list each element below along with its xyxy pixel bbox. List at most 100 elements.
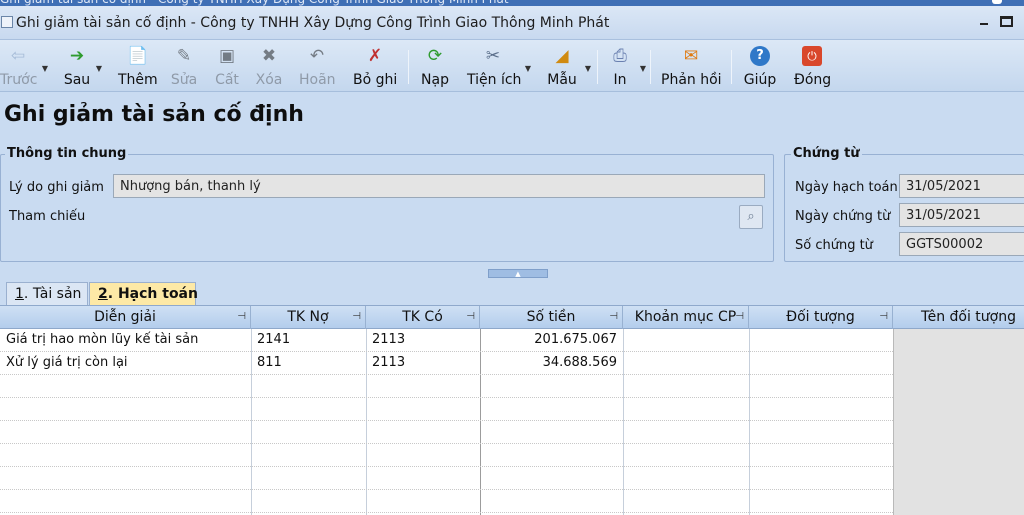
maximize-button[interactable] xyxy=(1000,16,1013,27)
accounting-grid: Diễn giải ⊣ TK Nợ ⊣ TK Có ⊣ Số tiền ⊣ Khoản … xyxy=(0,305,1024,515)
general-info-title: Thông tin chung xyxy=(5,146,129,161)
tab-accounting[interactable]: 2. Hạch toán xyxy=(89,282,198,305)
template-button[interactable]: ◢ Mẫu ▼ xyxy=(545,40,591,92)
tab-assets[interactable]: 1. Tài sản xyxy=(6,282,88,305)
toolbar-separator xyxy=(408,50,409,84)
delete-icon: ✖ xyxy=(261,46,277,66)
cell-debit[interactable]: 2141 xyxy=(251,329,366,352)
pin-icon[interactable]: ⊣ xyxy=(466,306,475,328)
undo-icon: ↶ xyxy=(309,46,325,66)
title-bar: Ghi giảm tài sản cố định - Công ty TNHH … xyxy=(0,6,1024,40)
pin-icon[interactable]: ⊣ xyxy=(609,306,618,328)
cell-amount[interactable]: 201.675.067 xyxy=(480,329,623,352)
save-button[interactable]: ▣ Cất xyxy=(214,40,240,92)
reason-field[interactable]: Nhượng bán, thanh lý xyxy=(113,174,765,198)
postpone-button[interactable]: ↶ Hoãn xyxy=(299,40,336,92)
refresh-icon: ⟳ xyxy=(427,46,443,66)
help-button[interactable]: ? Giúp xyxy=(743,40,777,92)
print-icon: ⎙ xyxy=(613,46,627,66)
template-icon: ◢ xyxy=(555,46,569,66)
table-row-empty[interactable] xyxy=(0,421,893,444)
column-header-object[interactable]: Đối tượng ⊣ xyxy=(749,306,893,329)
feedback-button[interactable]: ✉ Phản hồi xyxy=(661,40,722,92)
pin-icon[interactable]: ⊣ xyxy=(735,306,744,328)
cell-description[interactable]: Xử lý giá trị còn lại xyxy=(0,352,251,375)
column-header-description[interactable]: Diễn giải ⊣ xyxy=(0,306,251,329)
save-icon: ▣ xyxy=(218,46,236,66)
column-header-cost-item[interactable]: Khoản mục CP ⊣ xyxy=(623,306,749,329)
table-row-empty[interactable] xyxy=(0,398,893,421)
cell-debit[interactable]: 811 xyxy=(251,352,366,375)
cell-cost-item[interactable] xyxy=(623,329,749,352)
cell-cost-item[interactable] xyxy=(623,352,749,375)
object-name-column xyxy=(893,329,1024,515)
column-header-credit[interactable]: TK Có ⊣ xyxy=(366,306,480,329)
arrow-right-icon: ➔ xyxy=(69,46,85,66)
table-row-empty[interactable] xyxy=(0,490,893,513)
table-row[interactable]: Xử lý giá trị còn lại 811 2113 34.688.56… xyxy=(0,352,893,375)
chevron-up-icon: ▲ xyxy=(515,270,521,278)
grid-header: Diễn giải ⊣ TK Nợ ⊣ TK Có ⊣ Số tiền ⊣ Khoản … xyxy=(0,306,1024,329)
reason-label: Lý do ghi giảm xyxy=(9,180,104,195)
chevron-down-icon[interactable]: ▼ xyxy=(96,64,102,73)
toolbar: ⇦ Trước ▼ ➔ Sau ▼ 📄 Thêm ✎ Sửa ▣ Cất ✖ X… xyxy=(0,40,1024,92)
app-icon xyxy=(1,16,13,28)
help-icon: ? xyxy=(750,46,770,66)
reload-button[interactable]: ⟳ Nạp xyxy=(420,40,450,92)
cell-credit[interactable]: 2113 xyxy=(366,329,480,352)
chevron-down-icon[interactable]: ▼ xyxy=(585,64,591,73)
table-row[interactable]: Giá trị hao mòn lũy kế tài sản 2141 2113… xyxy=(0,329,893,352)
cell-amount[interactable]: 34.688.569 xyxy=(480,352,623,375)
voucher-no-label: Số chứng từ xyxy=(795,238,873,253)
prev-button[interactable]: ⇦ Trước ▼ xyxy=(0,40,48,92)
detail-tabs: 1. Tài sản 2. Hạch toán xyxy=(0,282,1024,305)
voucher-no-field[interactable]: GGTS00002 xyxy=(899,232,1024,256)
cell-credit[interactable]: 2113 xyxy=(366,352,480,375)
reference-lookup-button[interactable]: ⌕ xyxy=(739,205,763,229)
reference-label: Tham chiếu xyxy=(9,209,86,224)
pin-icon[interactable]: ⊣ xyxy=(237,306,246,328)
utilities-button[interactable]: ✂ Tiện ích ▼ xyxy=(467,40,531,92)
chevron-down-icon[interactable]: ▼ xyxy=(525,64,531,73)
cell-description[interactable]: Giá trị hao mòn lũy kế tài sản xyxy=(0,329,251,352)
window-title: Ghi giảm tài sản cố định - Công ty TNHH … xyxy=(16,15,610,31)
table-row-empty[interactable] xyxy=(0,467,893,490)
cell-object[interactable] xyxy=(749,352,893,375)
voucher-group: Chứng từ Ngày hạch toán 31/05/2021 Ngày … xyxy=(784,146,1024,262)
delete-button[interactable]: ✖ Xóa xyxy=(255,40,283,92)
table-row-empty[interactable] xyxy=(0,375,893,398)
pin-icon[interactable]: ⊣ xyxy=(879,306,888,328)
column-header-debit[interactable]: TK Nợ ⊣ xyxy=(251,306,366,329)
pin-icon[interactable]: ⊣ xyxy=(352,306,361,328)
page-title: Ghi giảm tài sản cố định xyxy=(4,102,304,127)
add-button[interactable]: 📄 Thêm xyxy=(118,40,158,92)
parent-window-control[interactable] xyxy=(992,0,1002,4)
toolbar-separator xyxy=(731,50,732,84)
column-header-object-name[interactable]: Tên đối tượng xyxy=(893,306,1024,329)
unpost-icon: ✗ xyxy=(367,46,383,66)
mail-icon: ✉ xyxy=(683,46,699,66)
column-header-amount[interactable]: Số tiền ⊣ xyxy=(480,306,623,329)
collapse-handle[interactable]: ▲ xyxy=(488,269,548,278)
table-row-empty[interactable] xyxy=(0,444,893,467)
unpost-button[interactable]: ✗ Bỏ ghi xyxy=(353,40,397,92)
add-document-icon: 📄 xyxy=(127,46,149,66)
posting-date-field[interactable]: 31/05/2021 xyxy=(899,174,1024,198)
cell-object[interactable] xyxy=(749,329,893,352)
posting-date-label: Ngày hạch toán xyxy=(795,180,898,195)
chevron-down-icon[interactable]: ▼ xyxy=(42,64,48,73)
chevron-down-icon[interactable]: ▼ xyxy=(640,64,646,73)
general-info-group: Thông tin chung Lý do ghi giảm Nhượng bá… xyxy=(0,146,774,262)
voucher-title: Chứng từ xyxy=(791,146,862,161)
minimize-button[interactable] xyxy=(980,23,988,25)
close-button[interactable]: ⏻ Đóng xyxy=(794,40,831,92)
arrow-left-icon: ⇦ xyxy=(10,46,26,66)
print-button[interactable]: ⎙ In ▼ xyxy=(608,40,646,92)
next-button[interactable]: ➔ Sau ▼ xyxy=(62,40,102,92)
close-icon: ⏻ xyxy=(802,46,822,66)
toolbar-separator xyxy=(597,50,598,84)
voucher-date-field[interactable]: 31/05/2021 xyxy=(899,203,1024,227)
edit-document-icon: ✎ xyxy=(176,46,192,66)
edit-button[interactable]: ✎ Sửa xyxy=(170,40,198,92)
voucher-date-label: Ngày chứng từ xyxy=(795,209,891,224)
